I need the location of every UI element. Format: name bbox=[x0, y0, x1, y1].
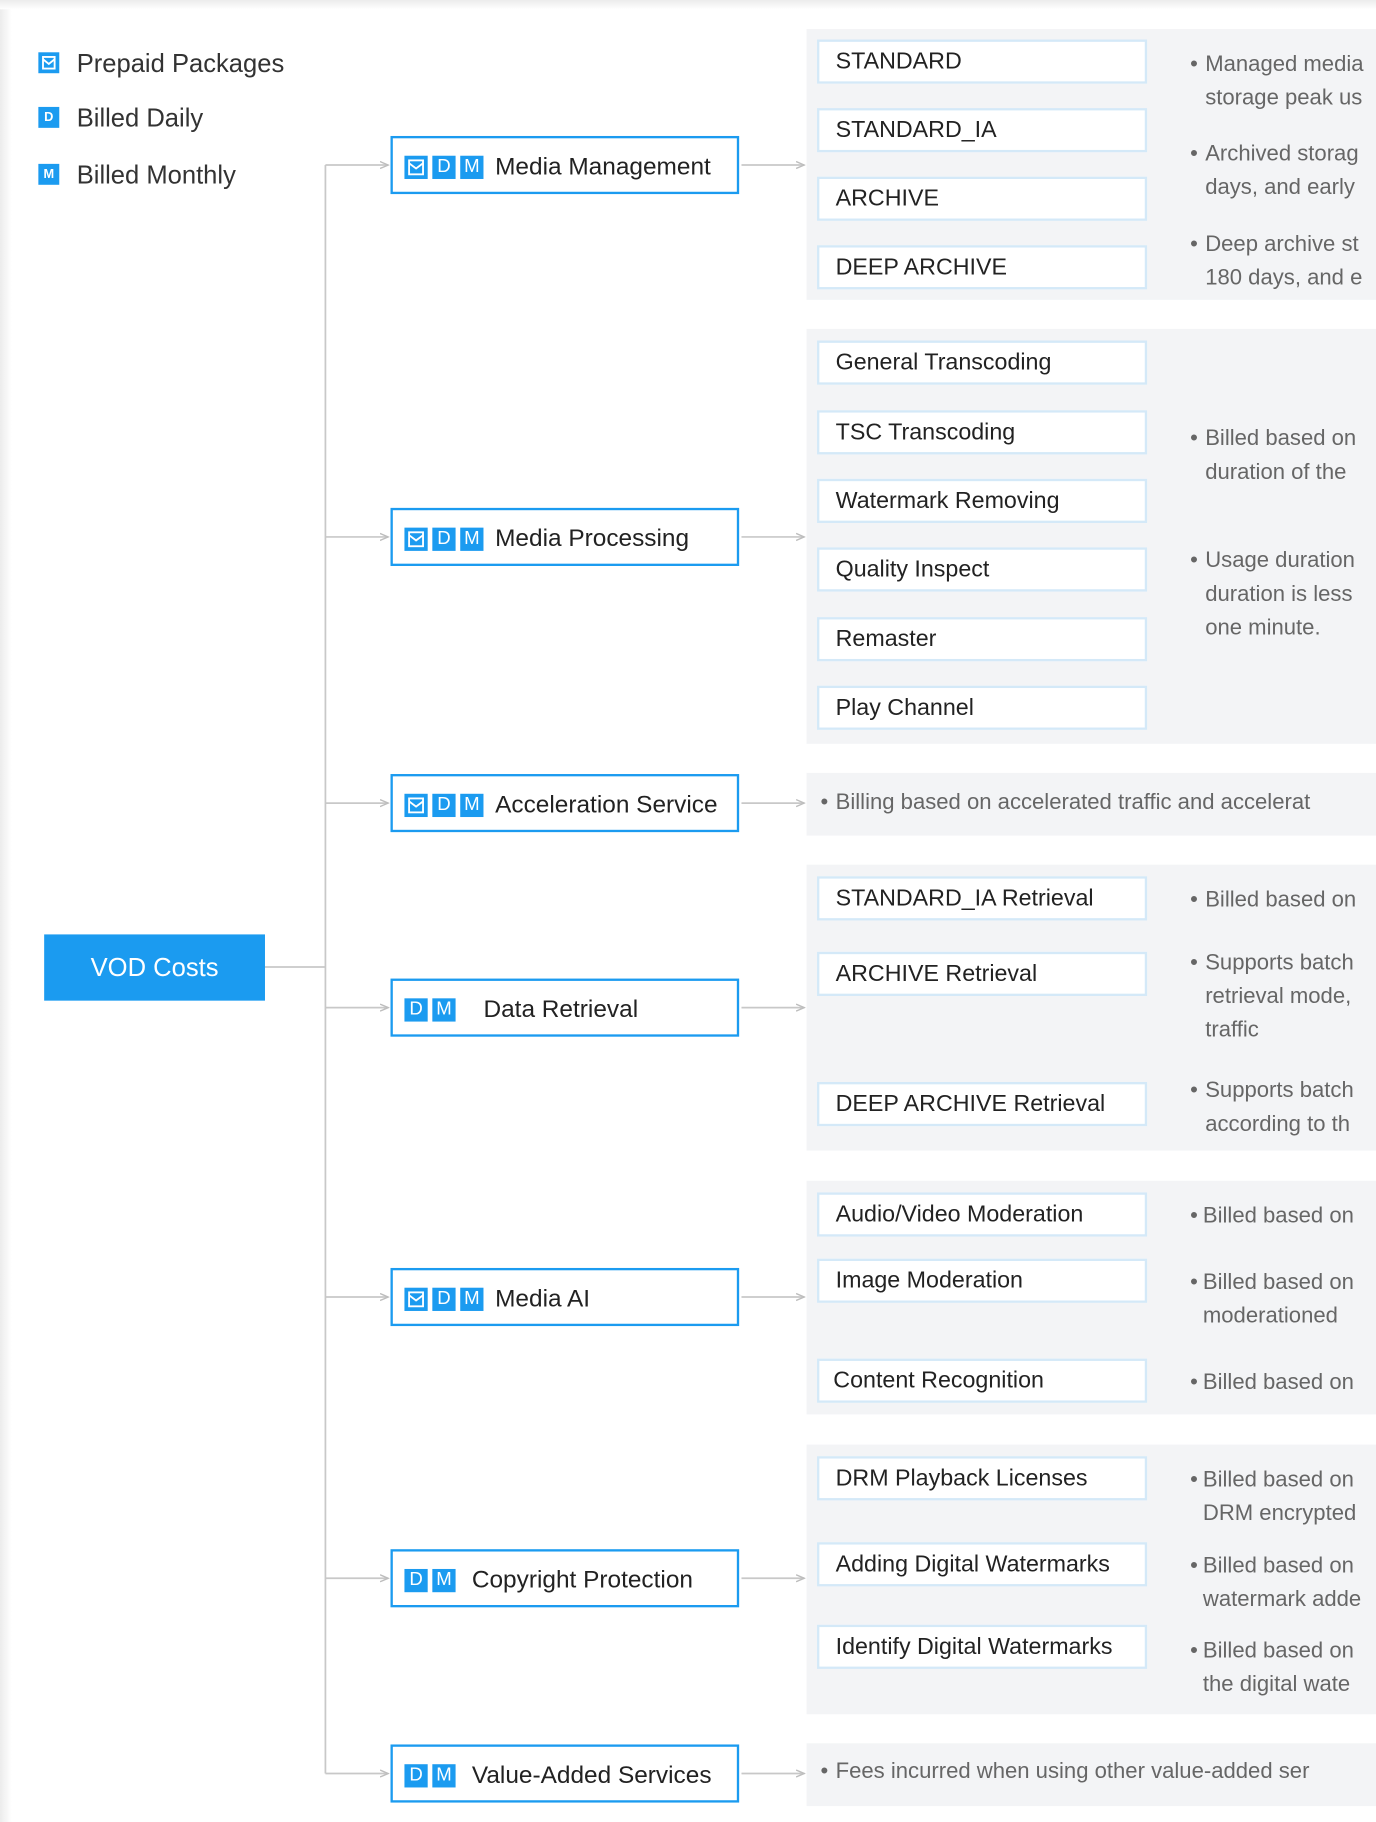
category-media-processing: D M Media Processing bbox=[390, 507, 740, 566]
item-deep-archive-retrieval: DEEP ARCHIVE Retrieval bbox=[817, 1082, 1148, 1127]
item-content-recognition: Content Recognition bbox=[817, 1358, 1148, 1403]
billed-monthly-badge: M bbox=[432, 1568, 456, 1593]
category-label: Media AI bbox=[495, 1285, 591, 1313]
category-label: Media Processing bbox=[495, 525, 690, 553]
legend-monthly-label: Billed Monthly bbox=[76, 160, 236, 190]
desc-ai-2: • Billed based on moderationed bbox=[1190, 1270, 1354, 1329]
desc-acceleration: • Billing based on accelerated traffic an… bbox=[820, 790, 1311, 815]
desc-ai-1: • Billed based on bbox=[1190, 1204, 1354, 1229]
desc-retrieval-1: • Billed based on bbox=[1190, 887, 1357, 913]
item-play-channel: Play Channel bbox=[817, 685, 1148, 730]
desc-managed-storage: • Managed media storage peak us bbox=[1190, 52, 1364, 111]
category-label: Media Management bbox=[495, 153, 711, 181]
category-label: Value-Added Services bbox=[471, 1761, 712, 1789]
billed-monthly-badge: M bbox=[460, 793, 484, 818]
desc-copyright-1: • Billed based on DRM encrypted bbox=[1190, 1467, 1357, 1526]
item-identify-watermarks: Identify Digital Watermarks bbox=[817, 1624, 1148, 1669]
canvas: Prepaid Packages D Billed Daily M Billed… bbox=[0, 0, 1376, 1822]
item-image-moderation: Image Moderation bbox=[817, 1258, 1148, 1303]
diagram: Prepaid Packages D Billed Daily M Billed… bbox=[0, 0, 1376, 1822]
category-label: Data Retrieval bbox=[483, 996, 639, 1023]
desc-ai-3: • Billed based on bbox=[1190, 1370, 1354, 1395]
billed-daily-badge: D bbox=[404, 998, 428, 1022]
item-av-moderation: Audio/Video Moderation bbox=[817, 1192, 1148, 1237]
item-watermark-removing: Watermark Removing bbox=[817, 478, 1148, 523]
billed-monthly-badge: M bbox=[432, 1764, 456, 1788]
billed-monthly-badge: M bbox=[432, 998, 456, 1022]
billed-daily-badge: D bbox=[432, 527, 456, 551]
item-standard-ia-retrieval: STANDARD_IA Retrieval bbox=[817, 876, 1148, 921]
root-node-vod-costs: VOD Costs bbox=[44, 934, 265, 1001]
desc-retrieval-3: • Supports batch according to th bbox=[1190, 1078, 1354, 1137]
item-quality-inspect: Quality Inspect bbox=[817, 547, 1148, 592]
desc-copyright-3: • Billed based on the digital wate bbox=[1190, 1638, 1354, 1697]
item-deep-archive: DEEP ARCHIVE bbox=[817, 245, 1148, 290]
desc-retrieval-2: • Supports batch retrieval mode, traffic bbox=[1190, 950, 1354, 1043]
billed-daily-badge: D bbox=[432, 155, 456, 179]
category-value-added-services: D M Value-Added Services bbox=[390, 1744, 740, 1803]
desc-copyright-2: • Billed based on watermark adde bbox=[1190, 1553, 1362, 1612]
category-media-ai: D M Media AI bbox=[390, 1267, 740, 1327]
prepaid-package-icon bbox=[404, 1287, 428, 1311]
desc-deep-archive: • Deep archive st 180 days, and e bbox=[1190, 232, 1363, 291]
billed-daily-badge: D bbox=[404, 1764, 428, 1788]
item-adding-watermarks: Adding Digital Watermarks bbox=[817, 1542, 1148, 1587]
category-data-retrieval: D M Data Retrieval bbox=[390, 978, 740, 1037]
billed-monthly-icon: M bbox=[38, 163, 60, 185]
category-acceleration-service: D M Acceleration Service bbox=[390, 774, 740, 833]
billed-daily-badge: D bbox=[432, 793, 456, 818]
category-label: Copyright Protection bbox=[471, 1566, 693, 1594]
item-archive: ARCHIVE bbox=[817, 176, 1148, 221]
billed-daily-badge: D bbox=[404, 1568, 428, 1593]
prepaid-package-icon bbox=[404, 793, 428, 818]
item-general-transcoding: General Transcoding bbox=[817, 340, 1148, 385]
item-remaster: Remaster bbox=[817, 617, 1148, 662]
item-standard-ia: STANDARD_IA bbox=[817, 108, 1148, 153]
desc-processing-billing: • Billed based on duration of the bbox=[1190, 426, 1357, 485]
category-label: Acceleration Service bbox=[495, 791, 718, 819]
item-tsc-transcoding: TSC Transcoding bbox=[817, 410, 1148, 455]
desc-value-added: • Fees incurred when using other value-ad… bbox=[820, 1759, 1310, 1784]
category-media-management: D M Media Management bbox=[390, 135, 740, 195]
desc-usage-duration: • Usage duration duration is less one minut… bbox=[1190, 548, 1355, 641]
billed-daily-icon: D bbox=[38, 106, 60, 128]
prepaid-package-icon bbox=[38, 52, 60, 74]
panel-media-processing bbox=[806, 328, 1376, 744]
prepaid-package-icon bbox=[404, 527, 428, 551]
legend-daily-label: Billed Daily bbox=[76, 103, 204, 133]
category-copyright-protection: D M Copyright Protection bbox=[390, 1549, 740, 1608]
billed-daily-badge: D bbox=[432, 1287, 456, 1311]
prepaid-package-icon bbox=[404, 155, 428, 179]
billed-monthly-badge: M bbox=[460, 527, 484, 551]
billed-monthly-badge: M bbox=[460, 155, 484, 179]
item-drm-licenses: DRM Playback Licenses bbox=[817, 1456, 1148, 1501]
legend-prepaid-label: Prepaid Packages bbox=[76, 48, 285, 78]
billed-monthly-badge: M bbox=[460, 1287, 484, 1311]
item-standard: STANDARD bbox=[817, 39, 1148, 84]
desc-archived-storage: • Archived storag days, and early bbox=[1190, 141, 1359, 200]
item-archive-retrieval: ARCHIVE Retrieval bbox=[817, 951, 1148, 997]
